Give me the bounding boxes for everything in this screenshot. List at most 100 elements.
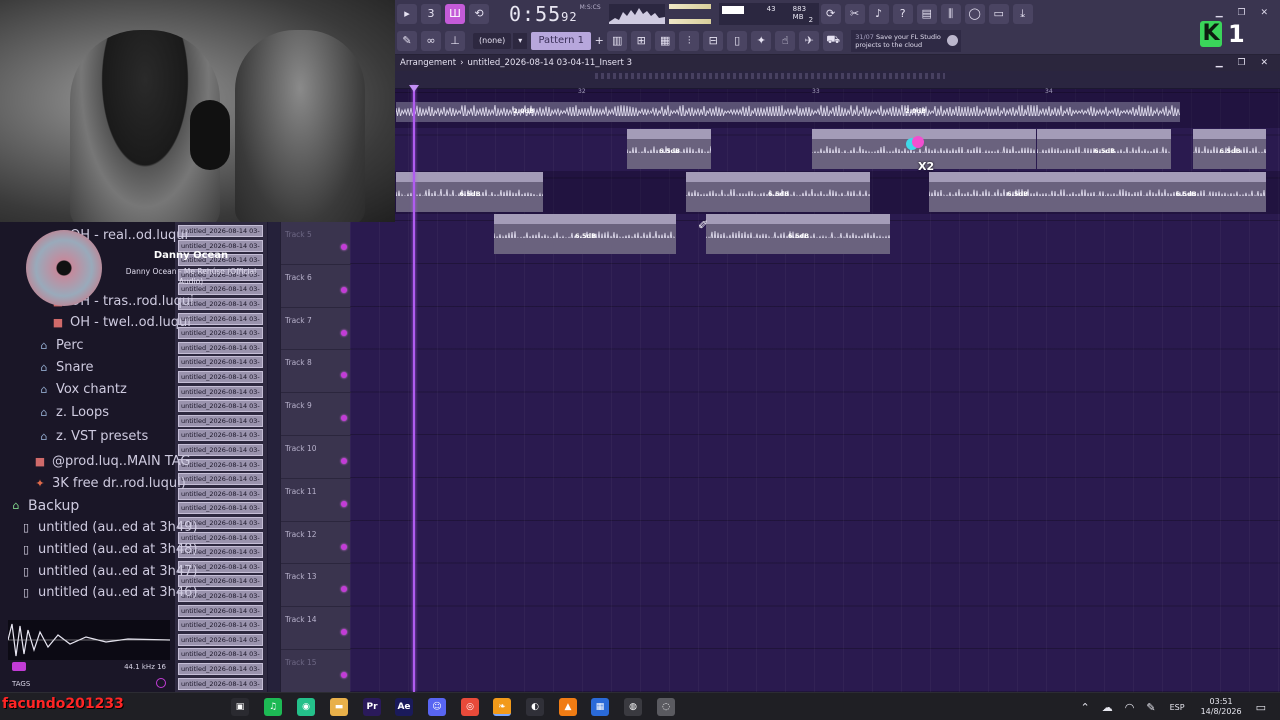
download-icon[interactable]: ⤓: [1012, 3, 1033, 24]
track-led-icon[interactable]: [341, 543, 347, 550]
pattern-chip[interactable]: untitled_2026-08-14 03-: [178, 619, 263, 632]
track-led-icon[interactable]: [341, 415, 347, 422]
taskbar-after-effects-icon[interactable]: Ae: [395, 698, 413, 716]
browser-item[interactable]: ⌂ Perc: [0, 336, 175, 358]
browser-item[interactable]: ▯ untitled (au..ed at 3h47): [0, 562, 198, 584]
pattern-chip[interactable]: untitled_2026-08-14 03-: [178, 677, 263, 690]
mode-icon[interactable]: Ш: [445, 3, 465, 24]
pattern-chip[interactable]: untitled_2026-08-14 03-: [178, 502, 263, 515]
clock[interactable]: 03:51 14/8/2026: [1201, 697, 1242, 717]
chevron-up-icon[interactable]: ⌃: [1081, 701, 1090, 714]
taskbar-misc-app-icon[interactable]: ◌: [657, 698, 675, 716]
globe-icon[interactable]: [947, 34, 959, 46]
track-led-icon[interactable]: [341, 629, 347, 636]
taskbar-spotify-icon[interactable]: ♫: [264, 698, 282, 716]
browser-icon[interactable]: ⊟: [703, 30, 724, 51]
track-led-icon[interactable]: [341, 244, 347, 250]
audio-clip[interactable]: untitled_2026-08-14 03-16-33_Insert 3 6.5…: [929, 172, 1105, 212]
wifi-icon[interactable]: ◠: [1125, 701, 1135, 714]
snap-select[interactable]: (none): [473, 32, 512, 49]
add-pattern-icon[interactable]: +: [593, 32, 605, 50]
browser-item[interactable]: ⌂ z. VST presets: [0, 427, 175, 449]
taskbar-discord-icon[interactable]: ☺: [428, 698, 446, 716]
pattern-chip[interactable]: untitled_2026-08-14 03-: [178, 473, 263, 486]
pattern-chip[interactable]: untitled_2026-08-14 03-: [178, 487, 263, 500]
audio-clip[interactable]: untitled_2026-08-14 03-19-13_Insert 3 6.5…: [1037, 129, 1171, 169]
taskbar-app-green-icon[interactable]: ◉: [297, 698, 315, 716]
stamp-icon[interactable]: ⊥: [445, 30, 465, 51]
pattern-chip[interactable]: untitled_2026-08-14 03-: [178, 604, 263, 617]
taskbar-obs-icon[interactable]: ◐: [526, 698, 544, 716]
taskbar-file-explorer-icon[interactable]: ▬: [330, 698, 348, 716]
chat-icon[interactable]: ◯: [964, 3, 985, 24]
track-header[interactable]: Track 12: [281, 522, 351, 565]
browser-item[interactable]: ▯ untitled (au..ed at 3h49): [0, 518, 198, 540]
taskbar-media-app-icon[interactable]: ◍: [624, 698, 642, 716]
piano-roll-icon[interactable]: ▦: [655, 30, 676, 51]
pattern-chip[interactable]: untitled_2026-08-14 03-: [178, 356, 263, 369]
track-led-icon[interactable]: [341, 286, 347, 293]
news-panel[interactable]: 31/07 Save your FL Studio projects to th…: [851, 29, 962, 52]
browser-item[interactable]: ⌂ Backup: [0, 496, 175, 518]
browser-item[interactable]: ⌂ z. Loops: [0, 403, 175, 425]
cut-icon[interactable]: ✂: [844, 3, 865, 24]
save-icon[interactable]: ▤: [916, 3, 937, 24]
browser-item[interactable]: ■ OH - twel..od.luqui: [0, 313, 191, 335]
window-controls[interactable]: ▁ ❐ ✕: [1216, 8, 1274, 18]
audio-clip[interactable]: untitled_2..._Insert 3 6.5dB: [1193, 129, 1266, 169]
playhead[interactable]: [413, 85, 415, 692]
browser-item[interactable]: ▯ untitled (au..ed at 3h46): [0, 583, 198, 605]
audio-clip[interactable]: 2.0dB: [396, 102, 650, 122]
track-led-icon[interactable]: [341, 586, 347, 593]
playlist-file[interactable]: untitled_2026-08-14 03-04-11_Insert 3: [468, 58, 632, 68]
track-led-icon[interactable]: [341, 672, 347, 678]
reset-icon[interactable]: ⟳: [820, 3, 841, 24]
search-icon[interactable]: [156, 678, 166, 688]
playlist-icon[interactable]: ▥: [607, 30, 628, 51]
help-icon[interactable]: ?: [892, 3, 913, 24]
pattern-chip[interactable]: untitled_2026-08-14 03-: [178, 663, 263, 675]
taskbar-calculator-icon[interactable]: ▦: [591, 698, 609, 716]
track-header[interactable]: Track 14: [281, 607, 351, 650]
track-header[interactable]: Track 5: [281, 222, 351, 265]
cloud-icon[interactable]: ☁: [1102, 701, 1113, 714]
pattern-chip[interactable]: untitled_2026-08-14 03-: [178, 429, 263, 442]
playhead-marker[interactable]: [409, 85, 419, 92]
controller-icon[interactable]: ▭: [988, 3, 1009, 24]
audio-clip[interactable]: untitled_2026-08-14 03-19-15_Insert 3 6.5…: [1105, 172, 1266, 212]
track-header[interactable]: Track 9: [281, 393, 351, 436]
taskbar-chrome-icon[interactable]: ◎: [461, 698, 479, 716]
taskbar-premiere-icon[interactable]: Pr: [363, 698, 381, 716]
audio-clip[interactable]: 2.0dB: [650, 102, 1180, 122]
pattern-chip[interactable]: untitled_2026-08-14 03-: [178, 341, 263, 354]
plugin-icon[interactable]: ✦: [751, 30, 772, 51]
pattern-chip[interactable]: untitled_2026-08-14 03-: [178, 444, 263, 456]
cart-icon[interactable]: ⛟: [823, 30, 844, 51]
pattern-chip[interactable]: untitled_2026-08-14 03-: [178, 648, 263, 661]
step-icon[interactable]: 3: [421, 3, 441, 24]
track-led-icon[interactable]: [341, 372, 347, 379]
pattern-chip[interactable]: untitled_2026-08-14 03-: [178, 400, 263, 413]
track-led-icon[interactable]: [341, 329, 347, 336]
language-indicator[interactable]: ESP: [1170, 703, 1185, 712]
pattern-chip[interactable]: untitled_2026-08-14 03-: [178, 385, 263, 398]
tags-label[interactable]: TAGS: [12, 680, 30, 688]
mixer-icon[interactable]: ⫼: [940, 3, 961, 24]
taskbar-fl-studio-icon[interactable]: ❧: [493, 698, 511, 716]
timeline-ruler[interactable]: 32 33 34: [395, 71, 1280, 95]
pencil-icon[interactable]: ✎: [397, 30, 417, 51]
audio-clip[interactable]: untitled_2026-08-14 03-11-25_Insert 3 6.5…: [686, 172, 870, 212]
taskbar-task-view-icon[interactable]: ▣: [231, 698, 249, 716]
track-header[interactable]: Track 11: [281, 479, 351, 522]
audio-clip[interactable]: untitled_2026-08-14 03-15-53_Insert 3 6.5…: [706, 214, 890, 254]
sample-preview[interactable]: [7, 620, 171, 660]
chevron-down-icon[interactable]: ▾: [513, 32, 528, 49]
browser-item[interactable]: ■ @prod.luq..MAIN TAG: [0, 452, 191, 474]
link-icon[interactable]: ∞: [421, 30, 441, 51]
mixer-view-icon[interactable]: ⫶: [679, 30, 700, 51]
browser-item[interactable]: ▯ untitled (au..ed at 3h48): [0, 540, 198, 562]
pattern-chip[interactable]: untitled_2026-08-14 03-: [178, 458, 263, 471]
track-header[interactable]: Track 7: [281, 308, 351, 351]
microphone-icon[interactable]: ♪: [868, 3, 889, 24]
browser-item[interactable]: ⌂ Snare: [0, 358, 175, 380]
